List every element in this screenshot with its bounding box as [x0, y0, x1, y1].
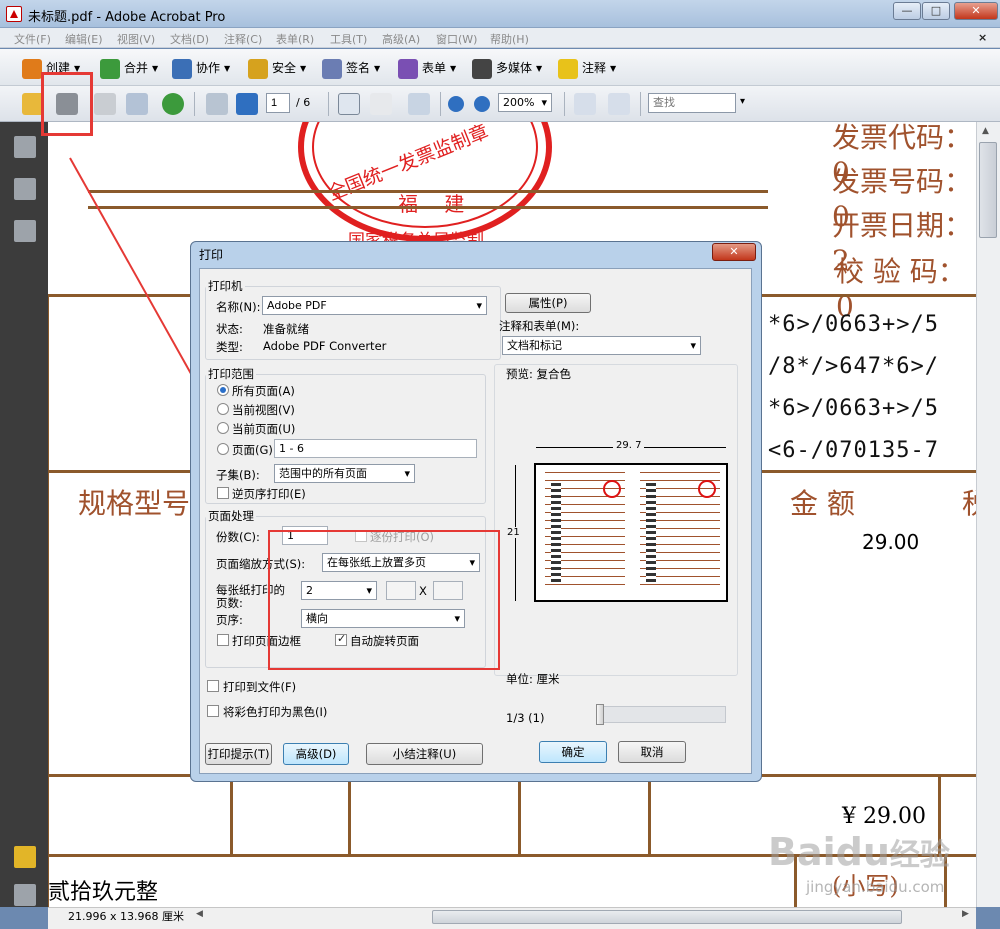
reverse-pages-checkbox[interactable]: [217, 487, 229, 499]
range-view-label: 当前视图(V): [232, 403, 295, 417]
ok-button[interactable]: 确定: [539, 741, 607, 763]
printing-tips-button[interactable]: 打印提示(T): [205, 743, 272, 765]
paper-height: 21: [507, 527, 520, 538]
dialog-title: 打印: [199, 248, 224, 262]
preview-page-thumbnail: [545, 472, 625, 592]
copies-label: 份数(C):: [216, 530, 260, 544]
paper-width: 29. 7: [613, 440, 645, 451]
highlight-page-handling: [268, 530, 500, 670]
printer-type-value: Adobe PDF Converter: [263, 339, 387, 353]
range-pages-radio[interactable]: [217, 443, 229, 455]
range-all-label: 所有页面(A): [232, 384, 295, 398]
print-border-checkbox[interactable]: [217, 634, 229, 646]
cancel-button[interactable]: 取消: [618, 741, 686, 763]
range-pages-label: 页面(G): [232, 443, 273, 457]
pages-per-sheet-label-2: 页数:: [216, 596, 243, 610]
print-black-checkbox[interactable]: [207, 705, 219, 717]
print-to-file-checkbox[interactable]: [207, 680, 219, 692]
printer-name-label: 名称(N):: [216, 300, 261, 314]
unit-label: 单位: 厘米: [506, 672, 560, 686]
comments-forms-label: 注释和表单(M):: [499, 319, 580, 333]
printer-status-label: 状态:: [216, 322, 243, 336]
range-all-radio[interactable]: [217, 384, 229, 396]
summarize-comments-button[interactable]: 小结注释(U): [366, 743, 483, 765]
subset-label: 子集(B):: [216, 468, 260, 482]
printer-status-value: 准备就绪: [263, 322, 309, 336]
properties-button[interactable]: 属性(P): [505, 293, 591, 313]
dialog-close-button[interactable]: ✕: [712, 243, 756, 261]
range-view-radio[interactable]: [217, 403, 229, 415]
page-order-label: 页序:: [216, 613, 243, 627]
subset-select[interactable]: 范围中的所有页面: [274, 464, 415, 483]
printer-type-label: 类型:: [216, 340, 243, 354]
reverse-pages-label: 逆页序打印(E): [232, 487, 306, 501]
comments-forms-select[interactable]: 文档和标记: [502, 336, 701, 355]
preview-slider-thumb[interactable]: [596, 704, 604, 725]
print-black-label: 将彩色打印为黑色(I): [223, 705, 328, 719]
printer-name-select[interactable]: Adobe PDF: [262, 296, 487, 315]
preview-page-indicator: 1/3 (1): [506, 711, 545, 725]
advanced-button[interactable]: 高级(D): [283, 743, 349, 765]
range-current-label: 当前页面(U): [232, 422, 296, 436]
range-current-radio[interactable]: [217, 422, 229, 434]
preview-slider[interactable]: [596, 706, 726, 723]
preview-page-thumbnail: [640, 472, 720, 592]
print-to-file-label: 打印到文件(F): [223, 680, 297, 694]
preview-label: 预览: 复合色: [506, 367, 572, 381]
pages-range-input[interactable]: 1 - 6: [274, 439, 477, 458]
